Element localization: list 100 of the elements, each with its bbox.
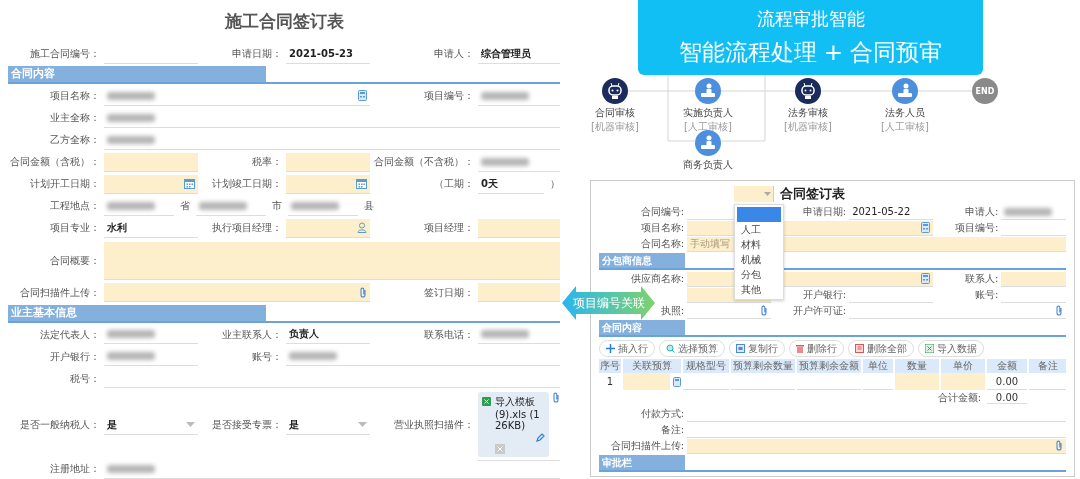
node-label: 合同审核 — [595, 106, 635, 120]
upload-field[interactable]: 导入模板 (9).xls (126KB) — [478, 389, 560, 461]
calculator-icon[interactable] — [921, 273, 931, 284]
edit-icon[interactable] — [536, 432, 545, 442]
field-label: 账号： — [251, 349, 282, 364]
input-field[interactable]: 负责人 — [286, 325, 370, 345]
input-field[interactable] — [104, 283, 370, 303]
blurred-text — [107, 464, 155, 473]
input-field[interactable] — [286, 152, 370, 172]
calculator-icon[interactable] — [921, 222, 931, 233]
unit-label: 市 — [272, 199, 282, 214]
column-header: 预算剩余数量 — [731, 359, 795, 373]
spreadsheet-icon — [482, 396, 491, 406]
paperclip-icon[interactable] — [552, 391, 560, 403]
column-header: 数量 — [895, 359, 939, 373]
table-cell-text: 1 — [605, 375, 615, 389]
field-label: 申请日期: — [801, 205, 847, 219]
field-label: 法定代表人： — [39, 327, 100, 342]
blurred-text — [107, 135, 155, 144]
blurred-text — [481, 157, 529, 166]
magnifier-icon — [666, 344, 675, 353]
input-field[interactable]: 是 — [104, 415, 198, 435]
unit-label: 省 — [180, 199, 190, 214]
field-label: 合同名称: — [639, 237, 684, 251]
toolbar-button[interactable]: 插入行 — [599, 340, 655, 357]
remove-icon[interactable] — [495, 443, 505, 454]
input-field[interactable]: 0天 — [478, 174, 544, 194]
field-label: 工程地点： — [49, 199, 100, 214]
section-title: 合同内容 — [599, 320, 685, 335]
input-field[interactable] — [286, 218, 370, 238]
caret-icon[interactable] — [358, 422, 367, 428]
node-label: 法务人员 — [885, 106, 925, 120]
blurred-text — [289, 352, 337, 361]
toolbar-button[interactable]: 删除全部 — [848, 340, 914, 357]
input-field[interactable] — [286, 174, 370, 194]
calculator-icon[interactable] — [673, 376, 681, 387]
total-value: 0.00 — [987, 392, 1027, 404]
calendar-icon[interactable] — [356, 178, 367, 190]
paperclip-icon[interactable] — [1055, 440, 1063, 451]
calculator-icon[interactable] — [358, 90, 367, 102]
input-field[interactable] — [1001, 271, 1066, 287]
input-field[interactable] — [478, 283, 560, 303]
field-label: 合同概要： — [49, 254, 100, 269]
field-label: 签订日期： — [423, 285, 474, 300]
column-header: 金额 — [987, 359, 1027, 373]
input-field[interactable] — [941, 373, 985, 390]
type-select[interactable] — [734, 186, 774, 202]
toolbar-button[interactable]: 删除行 — [789, 340, 844, 357]
toolbar-button[interactable]: 导入数据 — [918, 340, 984, 357]
field-label: 合同金额（含税）： — [9, 155, 100, 170]
banner-subtitle: 智能流程处理 + 合同预审 — [678, 38, 943, 67]
person-icon[interactable] — [357, 222, 367, 234]
input-field[interactable] — [478, 218, 560, 238]
input-field[interactable] — [104, 174, 198, 194]
node-label: 法务审核 — [788, 106, 828, 120]
field-label: 付款方式: — [639, 407, 684, 421]
dropdown-option[interactable]: 其他 — [735, 282, 783, 297]
calendar-icon[interactable] — [184, 178, 195, 190]
input-field[interactable]: 水利 — [104, 218, 198, 238]
node-sublabel: [人工审核] — [684, 120, 732, 134]
field-label: 项目经理： — [423, 221, 474, 236]
section-title: 分包商信息 — [599, 253, 685, 268]
paperclip-icon[interactable] — [760, 305, 769, 316]
input-field[interactable] — [623, 373, 670, 390]
node-label: 商务负责人 — [683, 158, 733, 172]
field-label: 合同扫描件上传: — [609, 439, 684, 453]
input-field[interactable] — [849, 303, 1066, 319]
table-cell: 0.00 — [987, 373, 1027, 390]
dropdown-option[interactable]: 人工 — [735, 222, 783, 237]
dropdown-option[interactable]: 材料 — [735, 237, 783, 252]
copy-icon — [736, 344, 745, 353]
blurred-text — [1004, 207, 1053, 216]
input-field[interactable] — [687, 303, 772, 319]
dropdown-option[interactable]: 分包 — [735, 267, 783, 282]
blurred-text — [107, 201, 155, 210]
paperclip-icon[interactable] — [1055, 305, 1063, 316]
input-field[interactable]: 2021-05-22 — [849, 204, 934, 220]
input-field[interactable] — [104, 152, 198, 172]
toolbar-button[interactable]: 选择预算 — [659, 340, 725, 357]
total-label: 合计金额: — [936, 391, 982, 405]
robot-icon — [602, 78, 628, 104]
paperclip-icon[interactable] — [359, 286, 367, 298]
input-field[interactable] — [104, 242, 560, 281]
input-field[interactable] — [687, 438, 1066, 454]
field-label: 联系电话： — [423, 327, 474, 342]
section-title: 审批栏 — [599, 455, 685, 470]
blurred-text — [481, 330, 529, 339]
field-label: 项目专业： — [49, 221, 100, 236]
plus-icon — [606, 344, 615, 353]
input-field[interactable]: 是 — [286, 415, 370, 435]
input-field[interactable] — [895, 373, 939, 390]
field-label: 执照: — [659, 304, 684, 318]
dropdown-option[interactable]: 机械 — [735, 252, 783, 267]
input-field[interactable]: 2021-05-23 — [286, 44, 370, 64]
field-label: 合同金额（不含税）： — [374, 155, 474, 170]
column-header: 规格型号 — [683, 359, 729, 373]
caret-icon[interactable] — [186, 422, 195, 428]
input-field[interactable]: 综合管理员 — [478, 44, 560, 64]
toolbar-button[interactable]: 复制行 — [729, 340, 785, 357]
node-sublabel: [机器审核] — [591, 120, 639, 134]
